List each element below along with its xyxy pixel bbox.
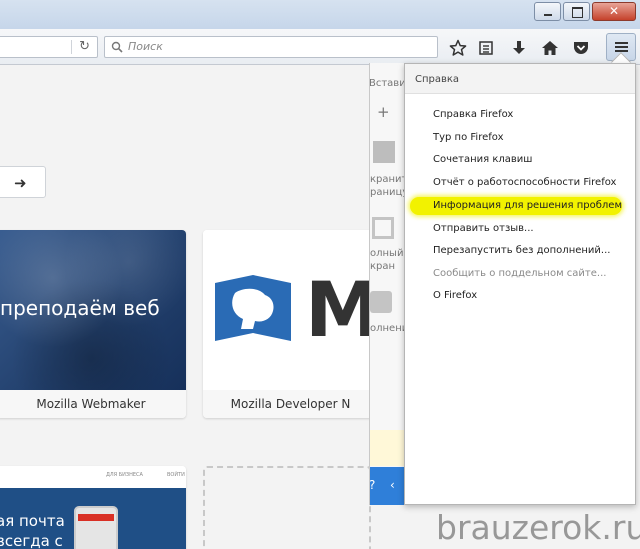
close-window-button[interactable] [592,2,636,21]
help-menu-title: Справка [415,74,460,85]
menu-item-about-firefox[interactable]: О Firefox [433,288,477,304]
tile-label: Mozilla Developer N [203,390,378,418]
phone-app-bar [78,514,114,521]
tile-thumbnail-text: преподаём веб [0,296,160,320]
panel-item-save-line2: раницу [370,187,405,198]
menu-item-submit-feedback[interactable]: Отправить отзыв... [433,221,534,237]
menu-bar-line [615,46,628,48]
search-icon [111,41,123,53]
panel-item-addons: олнени [370,323,405,334]
window-titlebar [0,0,640,29]
tile-mail[interactable]: ДЛЯ БИЗНЕСА ВОЙТИ ая почта всегда с [0,466,186,549]
menu-panel-background: Вставит + кранит раницу олный кран олнен… [369,63,405,505]
fullscreen-icon [372,217,394,239]
tile-webmaker[interactable]: преподаём веб Mozilla Webmaker [0,230,186,418]
menu-item-report-deceptive-site: Сообщить о поддельном сайте... [433,268,607,279]
panel-footer [370,430,405,466]
menu-item-firefox-help[interactable]: Справка Firefox [433,107,513,123]
tile-thumbnail: M [203,230,378,390]
panel-footer-bar[interactable]: ? ‹ [370,467,405,505]
menu-item-keyboard-shortcuts[interactable]: Сочетания клавиш [433,152,532,168]
tile-nav-text: ВОЙТИ [167,472,185,478]
reload-icon[interactable]: ↻ [79,40,90,54]
restore-button[interactable] [563,2,590,21]
minimize-button[interactable] [534,2,561,21]
empty-tile-slot[interactable] [203,466,371,549]
navigation-toolbar: ↻ Поиск [0,29,640,65]
mdn-dino-logo-icon [215,275,291,341]
menu-item-troubleshooting-info[interactable]: Информация для решения проблем [433,198,622,214]
menu-bar-line [615,42,628,44]
panel-item-paste: Вставит [369,78,405,89]
panel-item-fullscreen-line2: кран [370,261,396,272]
tile-label: Mozilla Webmaker [0,390,186,418]
tile-nav-text: ДЛЯ БИЗНЕСА [106,472,143,478]
phone-image [74,506,118,549]
pocket-icon[interactable] [572,39,590,57]
bookmark-star-icon[interactable] [449,39,467,57]
menu-item-health-report[interactable]: Отчёт о работоспособности Firefox [433,175,616,191]
back-chevron-icon[interactable]: ‹ [390,478,395,492]
tile-thumbnail-text: всегда с [0,532,63,549]
bookmarks-menu-icon[interactable] [477,39,495,57]
save-page-icon [373,141,395,163]
urlbar-separator [71,40,72,54]
tile-thumbnail: преподаём веб [0,230,186,390]
arrow-right-icon: ➜ [14,174,27,192]
help-icon[interactable]: ? [370,478,375,492]
window-controls [532,2,636,21]
url-bar[interactable]: ↻ [0,36,98,58]
mdn-m-letter: M [305,265,378,354]
panel-item-fullscreen: олный [370,248,404,259]
search-placeholder: Поиск [128,40,163,53]
addons-puzzle-icon [370,291,392,313]
help-menu-header: Справка [405,64,635,94]
panel-item-save: кранит [370,174,405,185]
downloads-icon[interactable] [510,39,528,57]
tile-thumbnail: ДЛЯ БИЗНЕСА ВОЙТИ ая почта всегда с [0,466,186,549]
help-menu: Справка Справка Firefox Тур по Firefox С… [404,63,636,505]
tile-thumbnail-text: ая почта [0,512,65,530]
menu-item-firefox-tour[interactable]: Тур по Firefox [433,130,503,146]
search-bar[interactable]: Поиск [104,36,438,58]
panel-plus-icon: + [377,103,390,121]
next-tiles-button[interactable]: ➜ [0,166,46,198]
home-icon[interactable] [541,39,559,57]
watermark: brauzerok.ru [436,508,640,547]
tile-mdn[interactable]: M Mozilla Developer N [203,230,378,418]
menu-item-restart-without-addons[interactable]: Перезапустить без дополнений... [433,243,610,259]
